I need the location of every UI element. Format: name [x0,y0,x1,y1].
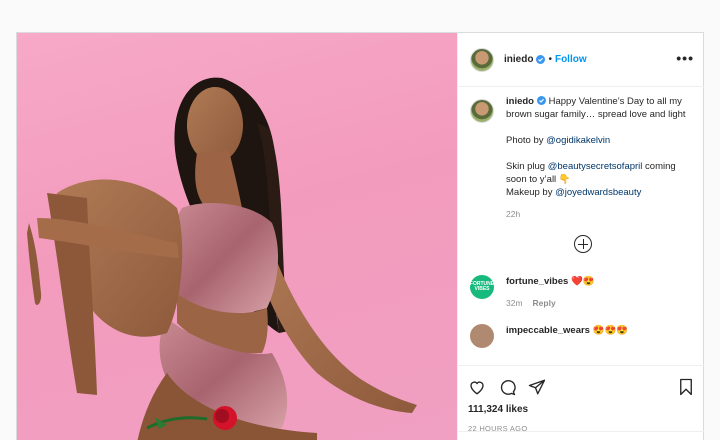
caption-time: 22h [506,209,521,219]
likes-count[interactable]: 111,324 likes [468,404,694,415]
caption-body: iniedo Happy Valentine’s Day to all my b… [506,95,694,221]
caption-username[interactable]: iniedo [506,96,534,107]
comment-username[interactable]: impeccable_wears [506,325,590,336]
photo-credit-prefix: Photo by [506,135,547,146]
comment-icon[interactable] [498,378,516,396]
makeup-link[interactable]: @joyedwardsbeauty [555,187,641,198]
bookmark-icon[interactable] [678,378,694,396]
post-photo[interactable] [17,33,457,440]
comment-body: fortune_vibes ❤️😍 32m Reply [506,275,694,310]
comment-body: impeccable_wears 😍😍😍 [506,324,694,348]
author-avatar[interactable] [470,47,494,72]
comment-text: 😍😍😍 [592,325,629,336]
post-header: iniedo • Follow ••• [458,33,704,87]
header-separator: • [548,54,552,65]
heart-icon[interactable] [468,378,486,396]
photo-credit-link[interactable]: @ogidikakelvin [546,135,610,146]
action-bar: 111,324 likes 22 HOURS AGO [458,365,704,440]
comment-time: 32m [506,298,523,308]
caption-row: iniedo Happy Valentine’s Day to all my b… [470,95,696,221]
post-sidebar: iniedo • Follow ••• iniedo Happy Valenti… [457,33,704,440]
comment-username[interactable]: fortune_vibes [506,276,568,287]
skin-plug-prefix: Skin plug [506,161,548,172]
more-options-icon[interactable]: ••• [676,51,694,65]
add-comment-area[interactable] [458,431,704,440]
commenter-avatar[interactable]: FORTUNE VIBES [470,275,494,299]
share-icon[interactable] [528,378,546,396]
comment-row: FORTUNE VIBES fortune_vibes ❤️😍 32m Reply [470,275,696,310]
verified-icon [536,55,546,64]
comments-list[interactable]: iniedo Happy Valentine’s Day to all my b… [470,95,696,365]
follow-button[interactable]: Follow [555,54,587,65]
skin-plug-link[interactable]: @beautysecretsofapril [548,161,643,172]
caption-avatar[interactable] [470,99,494,123]
makeup-prefix: Makeup by [506,187,556,198]
post-card: iniedo • Follow ••• iniedo Happy Valenti… [16,32,704,440]
verified-icon [536,96,546,105]
comment-row: impeccable_wears 😍😍😍 [470,324,696,348]
reply-button[interactable]: Reply [533,298,556,308]
load-more-comments-icon[interactable] [574,235,592,253]
commenter-avatar[interactable] [470,324,494,348]
post-photo-illustration [27,77,417,440]
author-username[interactable]: iniedo [504,54,533,65]
comment-text: ❤️😍 [570,276,595,287]
